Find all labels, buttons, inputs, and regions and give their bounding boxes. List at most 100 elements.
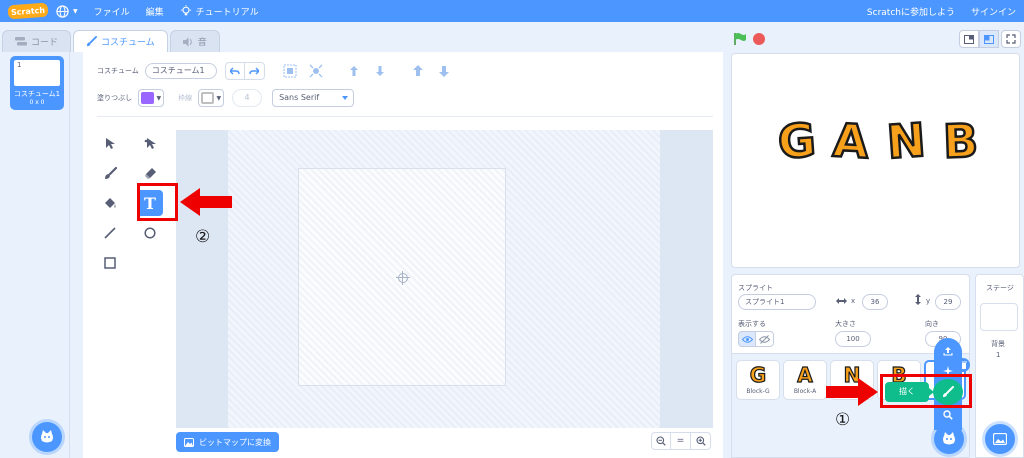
hide-sprite-button[interactable] bbox=[756, 331, 774, 347]
sprite-name-input[interactable]: スプライト1 bbox=[738, 294, 816, 310]
redo-icon bbox=[249, 67, 260, 75]
outline-color-picker[interactable]: ▼ bbox=[198, 89, 225, 107]
stage-letter-g[interactable]: G bbox=[775, 105, 819, 177]
x-position-input[interactable]: 36 bbox=[862, 294, 888, 310]
eraser-icon bbox=[144, 167, 156, 179]
redo-button[interactable] bbox=[244, 62, 265, 80]
sprite-thumbnail-name: Block-G bbox=[746, 388, 770, 395]
convert-to-bitmap-button[interactable]: ビットマップに変換 bbox=[176, 432, 279, 452]
image-icon bbox=[184, 437, 194, 447]
line-icon bbox=[104, 227, 116, 239]
costume-toolbar: コスチューム コスチューム1 bbox=[97, 60, 457, 82]
signin-link[interactable]: サインイン bbox=[963, 0, 1024, 22]
back-icon bbox=[438, 66, 449, 77]
annotation-step-2: ② bbox=[195, 227, 211, 247]
stage-letter-n[interactable]: N bbox=[884, 105, 929, 178]
circle-tool[interactable] bbox=[137, 220, 163, 246]
undo-button[interactable] bbox=[224, 62, 245, 80]
menu-bar: Scratch ▼ ファイル 編集 チュートリアル Scratchに参加しよう … bbox=[0, 0, 1024, 22]
tutorials-menu[interactable]: チュートリアル bbox=[172, 0, 267, 22]
brush-tool[interactable] bbox=[97, 160, 123, 186]
tab-costumes-label: コスチューム bbox=[101, 38, 155, 48]
upload-sprite-button[interactable] bbox=[934, 342, 962, 360]
outline-width-input[interactable]: 4 bbox=[232, 89, 263, 107]
group-button[interactable] bbox=[277, 60, 303, 82]
costume-size: 0 x 0 bbox=[29, 99, 45, 106]
language-menu[interactable]: ▼ bbox=[48, 0, 86, 22]
fill-tool[interactable] bbox=[97, 190, 123, 216]
costume-tile[interactable]: 1 コスチューム1 0 x 0 bbox=[10, 56, 64, 110]
sprite-thumbnail-image: G bbox=[749, 362, 767, 387]
large-stage-icon bbox=[984, 34, 994, 44]
direction-label: 向き bbox=[925, 320, 939, 328]
select-tool[interactable] bbox=[97, 130, 123, 156]
zoom-controls: = bbox=[651, 432, 711, 450]
tab-costumes[interactable]: コスチューム bbox=[73, 30, 168, 52]
zoom-out-button[interactable] bbox=[651, 432, 671, 450]
show-sprite-button[interactable] bbox=[738, 331, 756, 347]
size-input[interactable]: 100 bbox=[835, 331, 871, 347]
group-icon bbox=[283, 64, 297, 78]
join-scratch-link[interactable]: Scratchに参加しよう bbox=[859, 0, 963, 22]
x-label: x bbox=[851, 297, 856, 305]
back-button[interactable] bbox=[431, 60, 457, 82]
center-crosshair-icon bbox=[396, 271, 410, 285]
sprite-thumbnail-name: Block-A bbox=[793, 388, 817, 395]
stop-button[interactable] bbox=[753, 33, 765, 45]
add-backdrop-button[interactable] bbox=[985, 424, 1015, 454]
front-icon bbox=[412, 65, 423, 76]
tab-sounds[interactable]: 音 bbox=[169, 30, 220, 52]
convert-to-bitmap-label: ビットマップに変換 bbox=[199, 437, 271, 447]
tutorials-label: チュートリアル bbox=[195, 7, 259, 18]
style-toolbar: 塗りつぶし ▼ 枠線 ▼ 4 Sans Serif bbox=[97, 86, 355, 110]
zoom-out-icon bbox=[656, 436, 666, 446]
stage-letter-b[interactable]: B bbox=[941, 105, 980, 176]
search-icon bbox=[943, 410, 953, 420]
choose-sprite-button[interactable] bbox=[934, 424, 964, 454]
rectangle-tool[interactable] bbox=[97, 250, 123, 276]
y-position-icon bbox=[915, 294, 921, 305]
fill-color-picker[interactable]: ▼ bbox=[138, 89, 165, 107]
zoom-in-button[interactable] bbox=[691, 432, 711, 450]
small-stage-button[interactable] bbox=[959, 30, 979, 48]
fullscreen-icon bbox=[1006, 34, 1016, 44]
costume-name-input[interactable]: コスチューム1 bbox=[144, 63, 217, 79]
reshape-tool[interactable] bbox=[137, 130, 163, 156]
tab-code[interactable]: コード bbox=[2, 30, 72, 52]
tab-sounds-label: 音 bbox=[197, 38, 207, 48]
add-costume-button[interactable] bbox=[32, 422, 62, 452]
upload-icon bbox=[943, 347, 953, 356]
scratch-logo[interactable]: Scratch bbox=[7, 2, 49, 20]
edit-menu[interactable]: 編集 bbox=[138, 0, 172, 22]
cat-add-icon bbox=[943, 432, 955, 445]
backward-button[interactable] bbox=[367, 60, 393, 82]
arrow-icon bbox=[105, 137, 115, 149]
backward-icon bbox=[375, 66, 384, 76]
fullscreen-button[interactable] bbox=[1001, 30, 1021, 48]
forward-button[interactable] bbox=[341, 60, 367, 82]
green-flag-icon[interactable] bbox=[733, 32, 747, 46]
speaker-icon bbox=[182, 36, 192, 47]
paint-canvas-area[interactable] bbox=[176, 130, 713, 428]
line-tool[interactable] bbox=[97, 220, 123, 246]
zoom-reset-button[interactable]: = bbox=[671, 432, 691, 450]
globe-icon bbox=[56, 4, 69, 18]
sprite-thumbnail[interactable]: A Block-A bbox=[783, 360, 827, 400]
front-button[interactable] bbox=[405, 60, 431, 82]
y-position-input[interactable]: 29 bbox=[935, 294, 961, 310]
search-sprite-button[interactable] bbox=[934, 406, 962, 424]
image-add-icon bbox=[993, 433, 1007, 445]
stage-letter-a[interactable]: A bbox=[831, 105, 872, 177]
sprite-thumbnail[interactable]: G Block-G bbox=[736, 360, 780, 400]
paint-canvas[interactable] bbox=[298, 168, 506, 386]
file-menu[interactable]: ファイル bbox=[86, 0, 138, 22]
ungroup-button[interactable] bbox=[303, 60, 329, 82]
font-select-value: Sans Serif bbox=[279, 93, 320, 102]
y-label: y bbox=[926, 297, 931, 305]
font-select[interactable]: Sans Serif bbox=[272, 89, 355, 107]
large-stage-button[interactable] bbox=[979, 30, 999, 48]
stage[interactable]: G A N B bbox=[731, 53, 1020, 268]
cat-add-icon bbox=[41, 430, 53, 443]
stage-thumbnail[interactable] bbox=[980, 303, 1018, 331]
circle-icon bbox=[144, 227, 156, 239]
